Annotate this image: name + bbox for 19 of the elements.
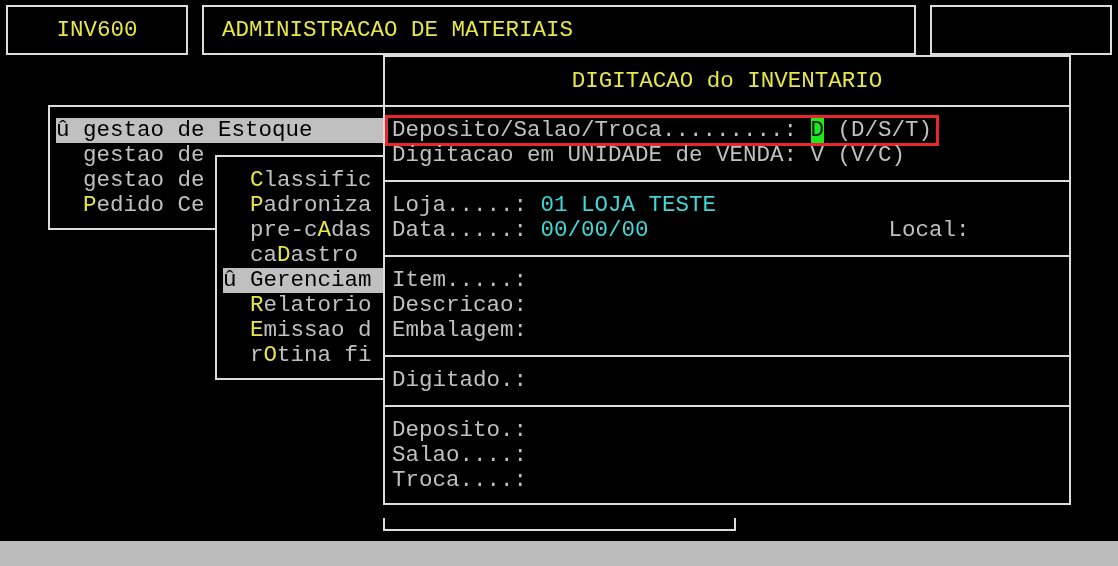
field-label: Deposito.:	[392, 418, 528, 443]
program-code: INV600	[56, 17, 138, 43]
dialog-title: DIGITACAO do INVENTARIO	[571, 68, 883, 94]
field-label: Loja.....:	[392, 193, 528, 218]
field-value: 00/00/00	[540, 218, 649, 243]
field-label: Descricao:	[392, 293, 528, 318]
field-value[interactable]: V	[810, 143, 825, 168]
field-options: (V/C)	[837, 143, 906, 168]
field-value[interactable]: D	[810, 118, 825, 143]
system-title: ADMINISTRACAO DE MATERIAIS	[222, 17, 574, 43]
field-label: Embalagem:	[392, 318, 528, 343]
field-label: Data.....:	[392, 218, 528, 243]
field-label: Salao....:	[392, 443, 528, 468]
field-options: (D/S/T)	[837, 118, 933, 143]
field-label: Troca....:	[392, 468, 528, 493]
field-label: Local:	[888, 218, 970, 243]
field-label: Digitado.:	[392, 368, 528, 393]
field-value: 01 LOJA TESTE	[540, 193, 717, 218]
field-label: Digitacao em UNIDADE de VENDA:	[392, 143, 798, 168]
